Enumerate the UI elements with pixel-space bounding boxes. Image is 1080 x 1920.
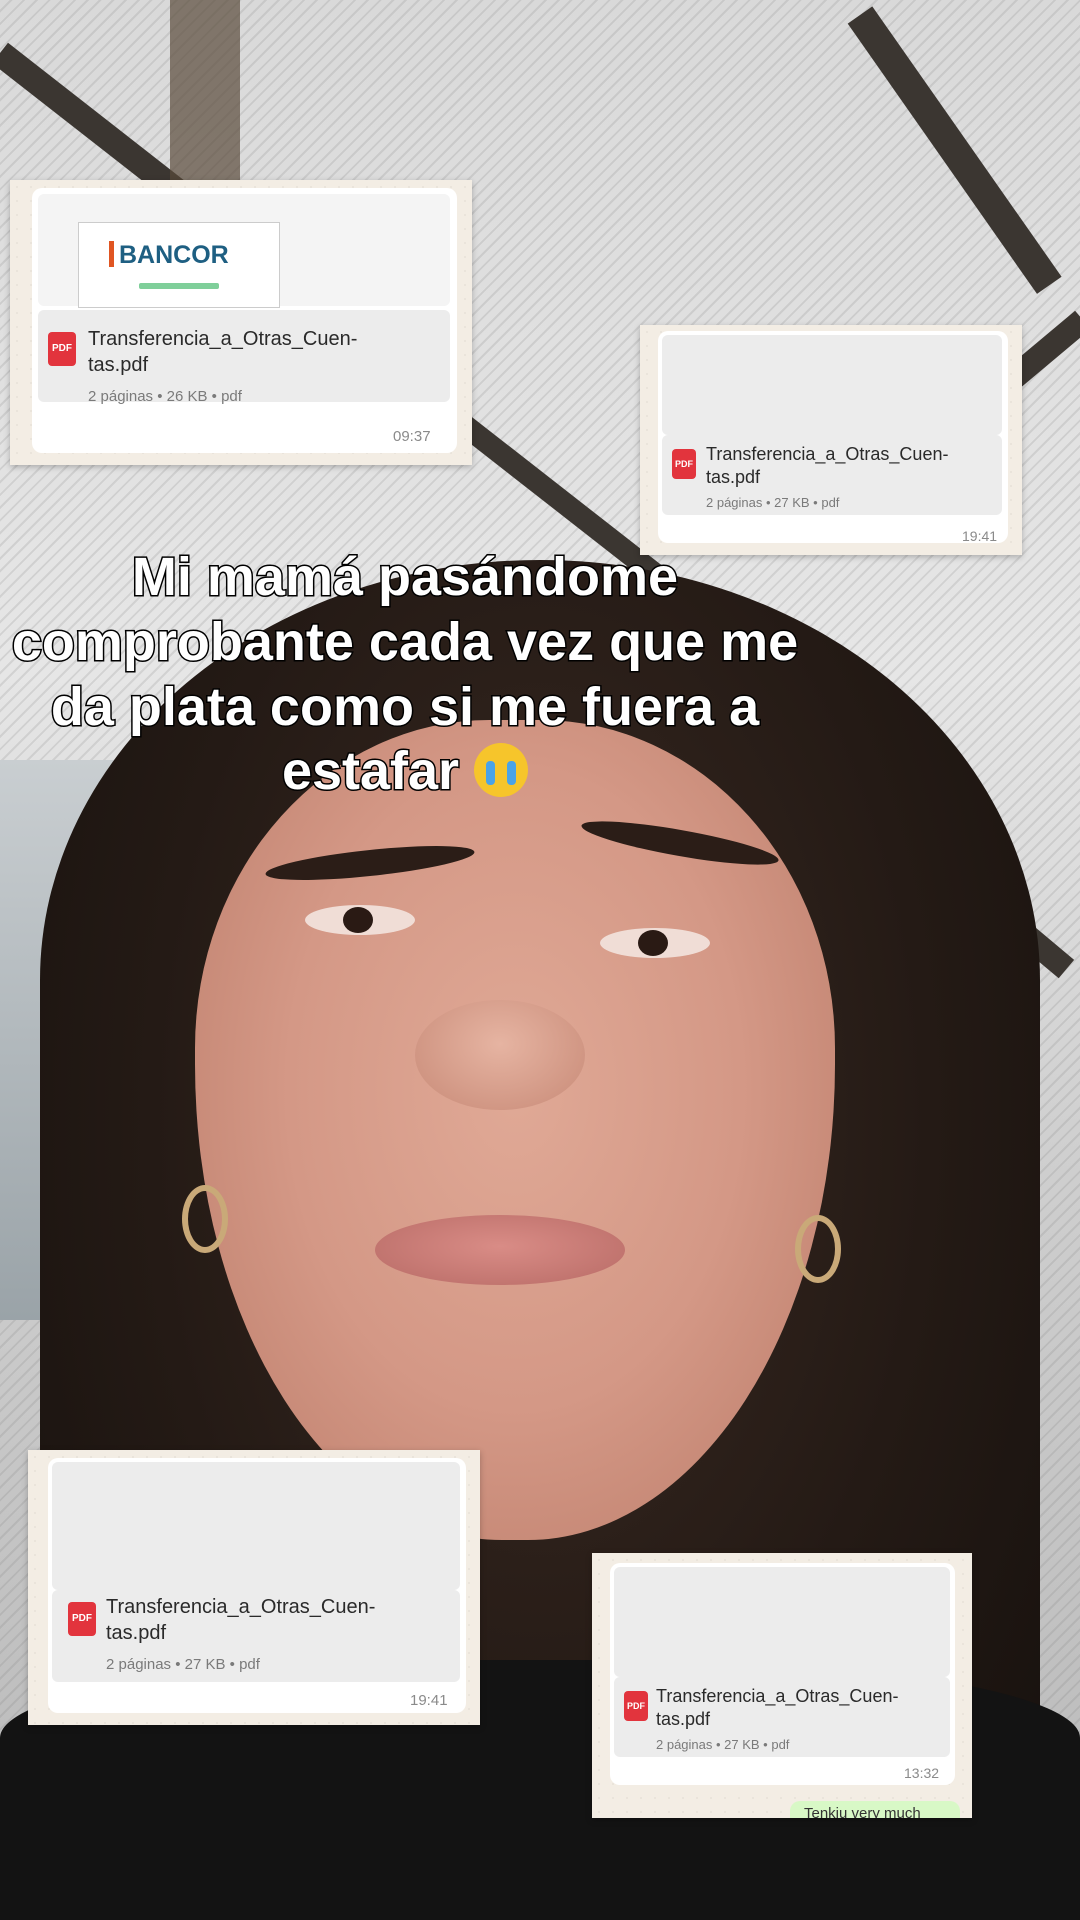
- pdf-file-icon: PDF: [672, 449, 696, 479]
- message-time: 13:32: [904, 1765, 940, 1781]
- right-earring: [795, 1215, 841, 1283]
- roof-beam: [170, 0, 240, 200]
- outgoing-message-text: Tenkiu very much: [804, 1805, 921, 1818]
- bancor-subtitle-bar: [139, 283, 219, 289]
- nose: [415, 1000, 585, 1110]
- pdf-preview[interactable]: [614, 1567, 950, 1677]
- bancor-logo: BANCOR: [109, 241, 229, 270]
- loudly-crying-face-emoji-icon: [474, 743, 529, 798]
- pdf-file-icon: PDF: [624, 1691, 648, 1721]
- pdf-preview[interactable]: [662, 335, 1002, 435]
- message-time: 09:37: [393, 428, 431, 445]
- outgoing-message-bubble[interactable]: Tenkiu very much: [790, 1801, 960, 1818]
- pdf-file-icon: PDF: [68, 1602, 96, 1636]
- chat-file-card: PDF Transferencia_a_Otras_Cuen-tas.pdf 2…: [28, 1450, 480, 1725]
- message-time: 19:41: [410, 1692, 448, 1709]
- bancor-document-thumbnail: BANCOR: [78, 222, 280, 308]
- left-earring: [182, 1185, 228, 1253]
- right-eye: [600, 928, 710, 958]
- file-name: Transferencia_a_Otras_Cuen-tas.pdf: [88, 328, 358, 376]
- file-meta: 2 páginas • 27 KB • pdf: [106, 1656, 260, 1673]
- video-caption: Mi mamá pasándome comprobante cada vez q…: [0, 545, 810, 804]
- lips: [375, 1215, 625, 1285]
- chat-file-card: PDF Transferencia_a_Otras_Cuen-tas.pdf 2…: [640, 325, 1022, 555]
- pdf-file-icon: PDF: [48, 332, 76, 366]
- chat-file-card: PDF Transferencia_a_Otras_Cuen-tas.pdf 2…: [592, 1553, 972, 1818]
- file-name: Transferencia_a_Otras_Cuen-tas.pdf: [106, 1596, 376, 1644]
- file-meta: 2 páginas • 27 KB • pdf: [706, 495, 840, 510]
- file-meta: 2 páginas • 26 KB • pdf: [88, 388, 242, 405]
- chat-file-card: BANCOR PDF Transferencia_a_Otras_Cuen-ta…: [10, 180, 472, 465]
- pdf-preview[interactable]: [52, 1462, 460, 1590]
- pdf-preview[interactable]: BANCOR: [38, 194, 450, 308]
- file-name: Transferencia_a_Otras_Cuen-tas.pdf: [706, 444, 949, 487]
- message-time: 19:41: [962, 528, 998, 544]
- file-name: Transferencia_a_Otras_Cuen-tas.pdf: [656, 1686, 899, 1729]
- file-meta: 2 páginas • 27 KB • pdf: [656, 1737, 790, 1752]
- left-eye: [305, 905, 415, 935]
- caption-text: Mi mamá pasándome comprobante cada vez q…: [10, 545, 799, 802]
